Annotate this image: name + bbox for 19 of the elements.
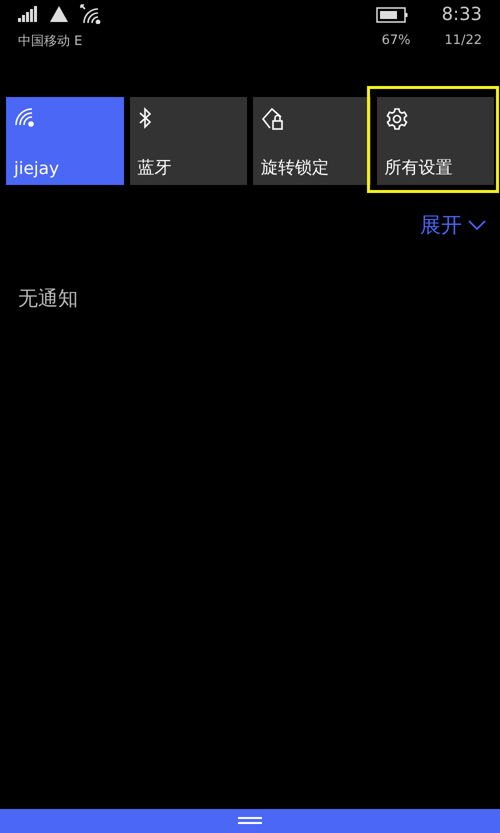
signal-icon [18, 6, 38, 22]
bluetooth-icon [138, 107, 152, 129]
carrier-label: 中国移动 E [18, 33, 82, 50]
quick-action-tile[interactable]: 蓝牙 [130, 97, 247, 185]
date-label: 11/22 [444, 33, 482, 48]
quick-action-tile[interactable]: 旋转锁定 [253, 97, 370, 185]
quick-action-tile[interactable]: jiejay [6, 97, 124, 185]
battery-icon [376, 6, 408, 22]
triangle-icon [50, 6, 68, 22]
drag-handle-icon[interactable] [238, 817, 262, 825]
settings-icon [384, 107, 408, 131]
no-notifications-text: 无通知 [18, 286, 78, 310]
wifi-icon [14, 107, 36, 127]
quick-action-tile[interactable]: 所有设置 [376, 97, 494, 185]
expand-button[interactable]: 展开 [420, 211, 486, 239]
chevron-down-icon [468, 220, 486, 230]
clock-time: 8:33 [442, 4, 482, 25]
wifi-icon [80, 4, 102, 24]
battery-percent: 67% [382, 33, 411, 48]
